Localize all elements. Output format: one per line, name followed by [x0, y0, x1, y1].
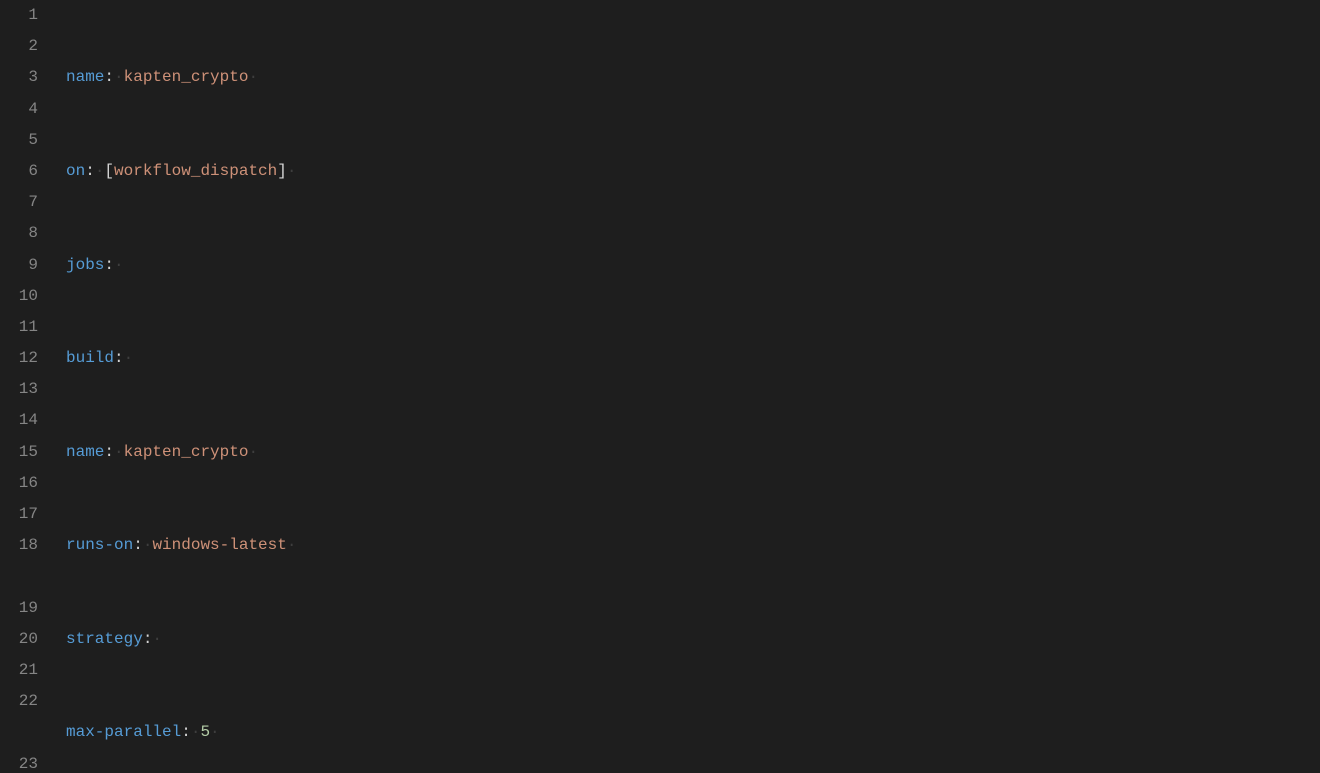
line-number: 2 [0, 31, 38, 62]
line-number: 9 [0, 250, 38, 281]
line-number: 6 [0, 156, 38, 187]
code-editor[interactable]: 1 2 3 4 5 6 7 8 9 10 11 12 13 14 15 16 1… [0, 0, 1320, 773]
line-number: 11 [0, 312, 38, 343]
line-number: 8 [0, 218, 38, 249]
line-number-gutter: 1 2 3 4 5 6 7 8 9 10 11 12 13 14 15 16 1… [0, 0, 52, 773]
line-number: 14 [0, 405, 38, 436]
line-number: 23 [0, 749, 38, 773]
line-number: 16 [0, 468, 38, 499]
code-line[interactable]: name:·kapten_crypto· [60, 62, 1320, 93]
line-number: 13 [0, 374, 38, 405]
code-line[interactable]: runs-on:·windows-latest· [60, 530, 1320, 561]
line-number: 17 [0, 499, 38, 530]
line-number: 15 [0, 437, 38, 468]
code-line[interactable]: max-parallel:·5· [60, 717, 1320, 748]
code-line[interactable]: strategy:· [60, 624, 1320, 655]
line-number: 10 [0, 281, 38, 312]
code-line[interactable]: build:· [60, 343, 1320, 374]
line-number: 18 [0, 530, 38, 592]
line-number: 20 [0, 624, 38, 655]
line-number: 7 [0, 187, 38, 218]
code-line[interactable]: jobs:· [60, 250, 1320, 281]
code-line[interactable]: name:·kapten_crypto· [60, 437, 1320, 468]
line-number: 3 [0, 62, 38, 93]
line-number: 1 [0, 0, 38, 31]
line-number: 4 [0, 94, 38, 125]
line-number: 19 [0, 593, 38, 624]
line-number: 21 [0, 655, 38, 686]
line-number: 12 [0, 343, 38, 374]
code-area[interactable]: name:·kapten_crypto· on:·[workflow_dispa… [52, 0, 1320, 773]
line-number: 5 [0, 125, 38, 156]
line-number: 22 [0, 686, 38, 748]
code-line[interactable]: on:·[workflow_dispatch]· [60, 156, 1320, 187]
